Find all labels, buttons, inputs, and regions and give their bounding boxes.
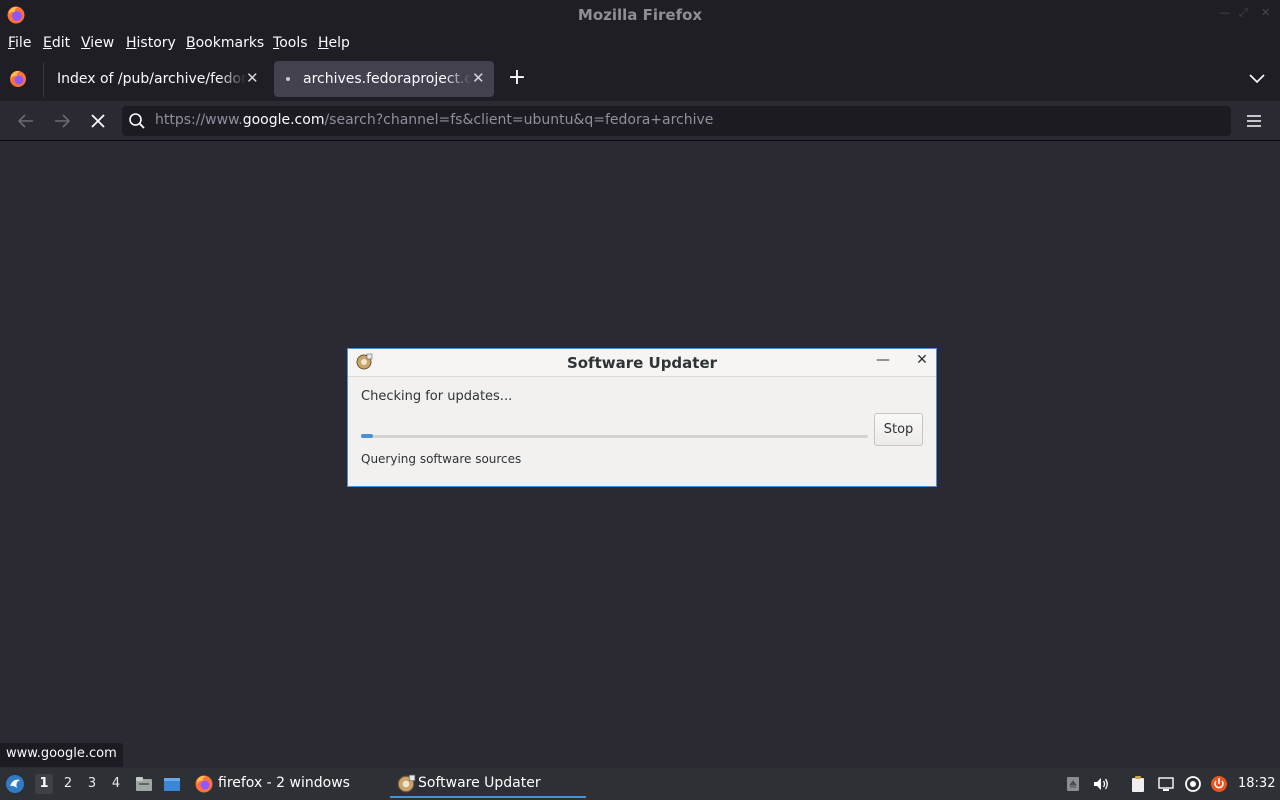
tab-label: Index of /pub/archive/fedora bbox=[57, 71, 247, 87]
minimize-window-button[interactable]: — bbox=[1219, 6, 1230, 19]
workspace-3[interactable]: 3 bbox=[83, 776, 101, 791]
forward-button[interactable] bbox=[50, 109, 74, 133]
menu-history[interactable]: History bbox=[126, 35, 176, 51]
close-tab-icon[interactable]: ✕ bbox=[472, 69, 485, 87]
menu-help[interactable]: Help bbox=[318, 35, 350, 51]
show-desktop-icon[interactable] bbox=[162, 774, 182, 794]
task-label: firefox - 2 windows bbox=[218, 775, 350, 791]
firefox-icon bbox=[195, 775, 213, 793]
updates-icon[interactable] bbox=[1184, 775, 1202, 793]
tab-fedora-index[interactable]: Index of /pub/archive/fedora ✕ bbox=[46, 61, 268, 97]
stop-loading-button[interactable] bbox=[86, 109, 110, 133]
update-status-text: Checking for updates... bbox=[361, 389, 513, 404]
loading-indicator-icon bbox=[286, 77, 290, 81]
window-titlebar: Mozilla Firefox — ⤢ ✕ bbox=[0, 0, 1280, 30]
eject-icon[interactable] bbox=[1064, 775, 1082, 793]
clock[interactable]: 18:32 bbox=[1238, 776, 1275, 791]
software-updater-icon bbox=[397, 774, 416, 793]
back-button[interactable] bbox=[14, 109, 38, 133]
volume-icon[interactable] bbox=[1092, 775, 1110, 793]
tab-label: archives.fedoraproject.org bbox=[303, 71, 471, 87]
progress-bar bbox=[361, 434, 868, 438]
maximize-window-button[interactable]: ⤢ bbox=[1239, 6, 1248, 20]
task-software-updater[interactable]: Software Updater bbox=[390, 770, 586, 798]
start-menu-icon[interactable] bbox=[5, 774, 25, 794]
desktop-screen: Mozilla Firefox — ⤢ ✕ File Edit View His… bbox=[0, 0, 1280, 800]
dialog-header: Software Updater — ✕ bbox=[348, 349, 936, 377]
software-updater-dialog: Software Updater — ✕ Checking for update… bbox=[347, 348, 937, 487]
url-text[interactable]: https://www.google.com/search?channel=fs… bbox=[155, 112, 713, 128]
close-dialog-button[interactable]: ✕ bbox=[913, 352, 931, 372]
task-label: Software Updater bbox=[418, 775, 541, 791]
task-firefox[interactable]: firefox - 2 windows bbox=[194, 770, 364, 798]
new-tab-button[interactable]: + bbox=[506, 67, 528, 90]
file-manager-icon[interactable] bbox=[134, 774, 154, 794]
close-tab-icon[interactable]: ✕ bbox=[246, 69, 259, 87]
dialog-title: Software Updater bbox=[566, 354, 718, 372]
power-icon[interactable] bbox=[1210, 775, 1228, 793]
taskbar: 1 2 3 4 firefox - 2 windows Software Upd… bbox=[0, 768, 1280, 800]
search-icon bbox=[129, 113, 145, 129]
workspace-4[interactable]: 4 bbox=[107, 776, 125, 791]
link-status-tooltip: www.google.com bbox=[0, 743, 123, 767]
menu-tools[interactable]: Tools bbox=[273, 35, 308, 51]
stop-button[interactable]: Stop bbox=[874, 413, 923, 446]
workspace-1[interactable]: 1 bbox=[35, 774, 53, 794]
tab-separator bbox=[43, 63, 44, 97]
url-bar[interactable]: https://www.google.com/search?channel=fs… bbox=[122, 106, 1231, 136]
progress-bar-fill bbox=[361, 434, 373, 438]
menu-bar: File Edit View History Bookmarks Tools H… bbox=[0, 30, 1280, 57]
menu-bookmarks[interactable]: Bookmarks bbox=[186, 35, 264, 51]
menu-view[interactable]: View bbox=[81, 35, 114, 51]
menu-file[interactable]: File bbox=[8, 35, 31, 51]
network-icon[interactable] bbox=[1157, 775, 1175, 793]
clipboard-icon[interactable] bbox=[1129, 775, 1147, 793]
minimize-dialog-button[interactable]: — bbox=[874, 352, 892, 372]
progress-detail-text: Querying software sources bbox=[361, 452, 522, 466]
chevron-down-icon[interactable] bbox=[1247, 71, 1267, 87]
tab-strip: Index of /pub/archive/fedora ✕ archives.… bbox=[0, 57, 1280, 101]
window-title: Mozilla Firefox bbox=[577, 6, 703, 24]
workspace-2[interactable]: 2 bbox=[59, 776, 77, 791]
navigation-bar: https://www.google.com/search?channel=fs… bbox=[0, 101, 1280, 141]
firefox-view-icon[interactable] bbox=[8, 69, 28, 89]
menu-edit[interactable]: Edit bbox=[43, 35, 70, 51]
hamburger-menu-icon[interactable] bbox=[1244, 112, 1264, 130]
close-window-button[interactable]: ✕ bbox=[1261, 6, 1270, 19]
tab-archives-fedora[interactable]: archives.fedoraproject.org ✕ bbox=[274, 61, 494, 97]
